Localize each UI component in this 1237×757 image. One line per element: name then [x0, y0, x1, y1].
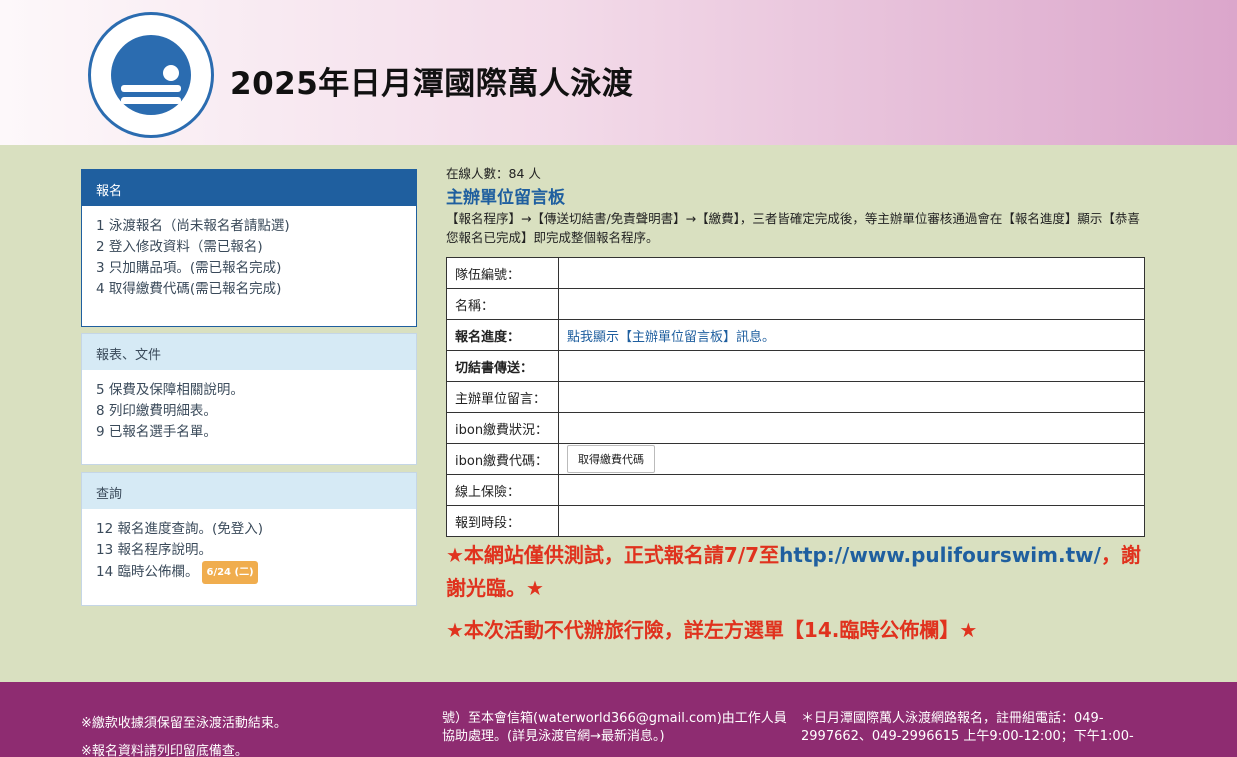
page-title: 2025年日月潭國際萬人泳渡: [230, 66, 634, 102]
waiver-value: [558, 350, 1145, 382]
insurance-label: 線上保險：: [446, 474, 559, 506]
table-row: 報到時段：: [446, 505, 1145, 537]
menu-registered-list[interactable]: 9 已報名選手名單。: [96, 422, 402, 443]
menu-procedure[interactable]: 13 報名程序說明。: [96, 540, 402, 561]
menu-add-items[interactable]: 3 只加購品項。(需已報名完成): [96, 258, 402, 279]
menu-login-edit[interactable]: 2 登入修改資料（需已報名): [96, 237, 402, 258]
table-row: 名稱：: [446, 288, 1145, 320]
team-no-label: 隊伍編號：: [446, 257, 559, 289]
waiver-label: 切結書傳送：: [446, 350, 559, 382]
footer-phone-info: ＊日月潭國際萬人泳渡網路報名，註冊組電話：049-2997662、049-299…: [801, 711, 1134, 744]
table-row: ibon繳費狀況：: [446, 412, 1145, 444]
query-panel-heading: 查詢: [82, 473, 416, 509]
organizer-msg-value: [558, 381, 1145, 413]
insurance-value: [558, 474, 1145, 506]
menu-progress-query[interactable]: 12 報名進度查詢。(免登入): [96, 519, 402, 540]
site-header: 2025年日月潭國際萬人泳渡: [0, 0, 1237, 145]
board-title: 主辦單位留言板: [446, 188, 565, 208]
online-count: 在線人數：84 人: [446, 166, 541, 181]
query-panel: 查詢 12 報名進度查詢。(免登入) 13 報名程序說明。 14 臨時公佈欄。 6…: [81, 472, 417, 606]
registration-panel: 報名 1 泳渡報名（尚未報名者請點選) 2 登入修改資料（需已報名) 3 只加購…: [81, 169, 417, 327]
team-no-value: [558, 257, 1145, 289]
registration-panel-heading: 報名: [82, 170, 416, 206]
test-site-notice: ★本網站僅供測試，正式報名請7/7至http://www.pulifourswi…: [446, 539, 1146, 605]
get-payment-code-button[interactable]: 取得繳費代碼: [567, 445, 655, 473]
main-content: 在線人數：84 人 主辦單位留言板 【報名程序】→【傳送切結書/免責聲明書】→【…: [446, 163, 1146, 537]
organizer-msg-label: 主辦單位留言：: [446, 381, 559, 413]
documents-panel: 報表、文件 5 保費及保障相關說明。 8 列印繳費明細表。 9 已報名選手名單。: [81, 333, 417, 465]
table-row: 切結書傳送：: [446, 350, 1145, 382]
table-row: 報名進度： 點我顯示【主辦單位留言板】訊息。: [446, 319, 1145, 351]
progress-link[interactable]: 點我顯示【主辦單位留言板】訊息。: [567, 330, 775, 345]
footer-note-receipt: ※繳款收據須保留至泳渡活動結束。: [81, 716, 287, 731]
menu-bulletin-label: 14 臨時公佈欄。: [96, 564, 199, 580]
name-label: 名稱：: [446, 288, 559, 320]
checkin-value: [558, 505, 1145, 537]
footer-contact-email: 號）至本會信箱(waterworld366@gmail.com)由工作人員協助處…: [442, 711, 787, 744]
table-row: 主辦單位留言：: [446, 381, 1145, 413]
site-footer: ※繳款收據須保留至泳渡活動結束。 ※報名資料請列印留底備查。 號）至本會信箱(w…: [0, 682, 1237, 757]
registration-steps: 【報名程序】→【傳送切結書/免責聲明書】→【繳費】，三者皆確定完成後，等主辦單位…: [446, 211, 1140, 245]
menu-bulletin[interactable]: 14 臨時公佈欄。 6/24 (二): [96, 561, 402, 584]
name-value: [558, 288, 1145, 320]
ibon-status-value: [558, 412, 1145, 444]
menu-insurance-info[interactable]: 5 保費及保障相關說明。: [96, 380, 402, 401]
menu-swim-registration[interactable]: 1 泳渡報名（尚未報名者請點選): [96, 216, 402, 237]
insurance-notice: ★本次活動不代辦旅行險，詳左方選單【14.臨時公佈欄】★: [446, 618, 978, 642]
progress-label: 報名進度：: [446, 319, 559, 351]
ibon-status-label: ibon繳費狀況：: [446, 412, 559, 444]
checkin-label: 報到時段：: [446, 505, 559, 537]
association-logo: [88, 12, 214, 138]
menu-print-payment[interactable]: 8 列印繳費明細表。: [96, 401, 402, 422]
date-badge: 6/24 (二): [202, 561, 258, 584]
documents-panel-heading: 報表、文件: [82, 334, 416, 370]
table-row: 隊伍編號：: [446, 257, 1145, 289]
official-site-link[interactable]: http://www.pulifourswim.tw/: [779, 543, 1101, 567]
notice-text-pre: ★本網站僅供測試，正式報名請7/7至: [446, 543, 780, 567]
ibon-code-label: ibon繳費代碼：: [446, 443, 559, 475]
menu-get-payment-code[interactable]: 4 取得繳費代碼(需已報名完成): [96, 279, 402, 300]
table-row: 線上保險：: [446, 474, 1145, 506]
footer-note-print: ※報名資料請列印留底備查。: [81, 744, 248, 757]
status-table: 隊伍編號： 名稱： 報名進度： 點我顯示【主辦單位留言板】訊息。 切結書傳送： 主…: [446, 257, 1145, 537]
table-row: ibon繳費代碼： 取得繳費代碼: [446, 443, 1145, 475]
